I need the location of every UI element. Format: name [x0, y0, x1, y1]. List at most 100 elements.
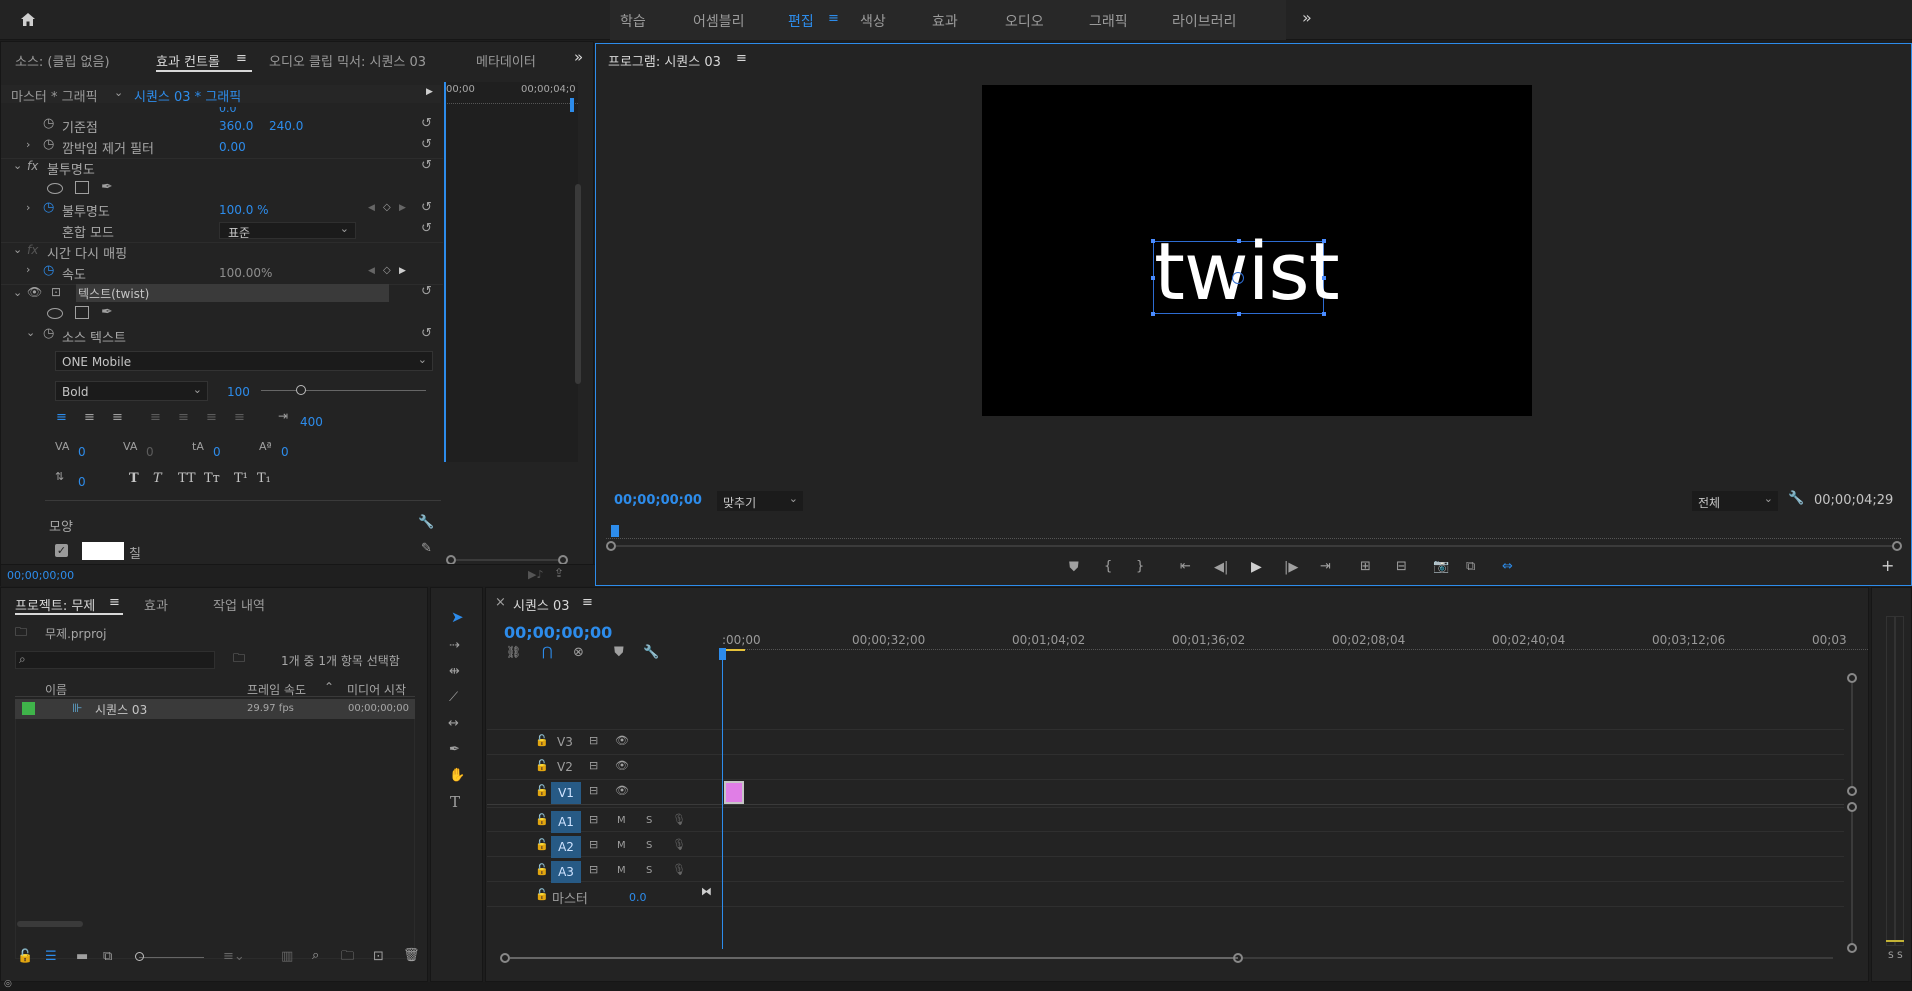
sort-icon[interactable]: ≡⌄	[223, 950, 245, 963]
ec-zoom-scrollbar[interactable]	[446, 555, 571, 565]
graphic-clip[interactable]	[724, 781, 744, 804]
timeline-timecode[interactable]: 00;00;00;00	[504, 623, 612, 642]
ripple-edit-tool-icon[interactable]: ⇹	[449, 665, 460, 678]
freeform-view-icon[interactable]: ⧉	[103, 950, 112, 963]
eyedropper-icon[interactable]: ✎	[421, 542, 432, 555]
mute-button[interactable]: M	[617, 865, 626, 876]
font-style-select[interactable]: Bold ⌄	[55, 381, 208, 401]
fx-icon[interactable]: fx	[27, 244, 38, 256]
superscript-button[interactable]: T¹	[234, 471, 248, 486]
lock-icon[interactable]: 🔓	[535, 735, 549, 746]
program-playhead[interactable]	[611, 525, 619, 537]
program-title[interactable]: 프로그램: 시퀀스 03	[608, 51, 721, 70]
speed-value[interactable]: 100.00%	[219, 266, 272, 280]
eye-icon[interactable]: 👁	[615, 735, 629, 746]
microphone-icon[interactable]: 🎙	[672, 839, 686, 850]
video-frame[interactable]: twist	[982, 85, 1532, 416]
faux-italic-button[interactable]: T	[153, 471, 162, 486]
close-icon[interactable]: ×	[495, 596, 506, 609]
ellipse-mask-icon[interactable]	[47, 308, 63, 319]
add-marker-icon[interactable]: ⛊	[1069, 561, 1079, 574]
align-left-icon[interactable]: ≡	[56, 411, 67, 424]
tab-effects[interactable]: 효과	[932, 11, 958, 31]
list-view-icon[interactable]: ☰	[45, 950, 57, 963]
justify-all-icon[interactable]: ≡	[234, 411, 245, 424]
column-frame-rate[interactable]: 프레임 속도	[247, 681, 306, 698]
tab-project[interactable]: 프로젝트: 무제	[15, 595, 95, 614]
program-time-ruler[interactable]	[606, 527, 1901, 539]
project-item-row[interactable]: ⊪ 시퀀스 03 29.97 fps 00;00;00;00	[15, 699, 415, 719]
slip-tool-icon[interactable]: ↔	[448, 717, 459, 730]
collapse-chevron-icon[interactable]: ⌄	[26, 327, 35, 338]
tab-editing[interactable]: 편집	[788, 11, 814, 31]
sync-lock-icon[interactable]: ⊟	[589, 760, 598, 771]
eye-icon[interactable]: 👁	[615, 785, 629, 796]
track-target-a3[interactable]: A3	[551, 861, 581, 883]
text-bounding-box[interactable]: twist	[1151, 233, 1340, 316]
expand-chevron-icon[interactable]: ›	[26, 139, 30, 150]
ec-vertical-scrollbar[interactable]	[575, 184, 581, 384]
nest-icon[interactable]: ⛓	[506, 646, 521, 658]
pen-tool-icon[interactable]: ✒	[449, 743, 460, 756]
hand-tool-icon[interactable]: ✋	[449, 769, 465, 782]
lock-icon[interactable]: 🔓	[535, 839, 549, 850]
tsume-value[interactable]: 0	[78, 475, 86, 489]
collapse-chevron-icon[interactable]: ⌄	[13, 244, 22, 255]
more-panels-icon[interactable]: »	[574, 48, 583, 66]
wrench-icon[interactable]: 🔧	[1788, 492, 1804, 505]
ec-timecode[interactable]: 00;00;00;00	[7, 569, 74, 582]
export-frame-icon[interactable]: 📷	[1433, 560, 1449, 573]
collapse-chevron-icon[interactable]: ⌄	[13, 160, 22, 171]
reset-icon[interactable]: ↺	[421, 117, 432, 130]
sort-up-icon[interactable]: ⌃	[324, 681, 334, 693]
lock-icon[interactable]: 🔓	[535, 864, 549, 875]
kerning-value[interactable]: 0	[78, 445, 86, 459]
go-to-in-out-icon[interactable]: ⧓	[701, 886, 712, 897]
tab-effects-browser[interactable]: 효과	[144, 595, 168, 614]
track-target-a1[interactable]: A1	[551, 811, 581, 833]
tab-source[interactable]: 소스: (클립 없음)	[15, 51, 110, 70]
mark-in-icon[interactable]: {	[1104, 560, 1112, 573]
anchor-y[interactable]: 240.0	[269, 119, 303, 133]
align-right-icon[interactable]: ≡	[112, 411, 123, 424]
tab-assembly[interactable]: 어셈블리	[693, 11, 745, 31]
anchor-x[interactable]: 360.0	[219, 119, 253, 133]
tab-color[interactable]: 색상	[860, 11, 886, 31]
expand-chevron-icon[interactable]: ›	[26, 202, 30, 213]
sync-lock-icon[interactable]: ⊟	[589, 839, 598, 850]
tab-history[interactable]: 작업 내역	[213, 595, 265, 614]
stopwatch-icon[interactable]: ◷	[43, 201, 54, 214]
timeline-playhead[interactable]	[722, 649, 723, 949]
project-hscroll[interactable]	[17, 921, 83, 927]
sync-lock-icon[interactable]: ⊟	[589, 785, 598, 796]
baseline-value[interactable]: 0	[281, 445, 289, 459]
collapse-chevron-icon[interactable]: ⌄	[13, 287, 22, 298]
lock-icon[interactable]: 🔓	[535, 760, 549, 771]
small-caps-button[interactable]: Tт	[204, 471, 220, 486]
timeline-vscroll[interactable]	[1847, 673, 1857, 963]
reset-icon[interactable]: ↺	[421, 201, 432, 214]
mute-button[interactable]: M	[617, 840, 626, 851]
button-editor-icon[interactable]: +	[1881, 558, 1894, 574]
sync-lock-icon[interactable]: ⊟	[589, 814, 598, 825]
panel-menu-icon[interactable]: ≡	[236, 52, 247, 65]
play-only-icon[interactable]: ▶	[426, 88, 433, 97]
justify-right-icon[interactable]: ≡	[206, 411, 217, 424]
stopwatch-icon[interactable]: ◷	[43, 264, 54, 277]
track-select-tool-icon[interactable]: ⇢	[449, 639, 460, 652]
playback-resolution-select[interactable]: 전체 ⌄	[1692, 491, 1778, 511]
linked-selection-icon[interactable]: ⊗	[573, 646, 584, 659]
lift-icon[interactable]: ⊞	[1360, 560, 1371, 573]
export-icon[interactable]: ⇪	[554, 567, 564, 579]
justify-left-icon[interactable]: ≡	[150, 411, 161, 424]
reset-icon[interactable]: ↺	[421, 285, 432, 298]
prev-keyframe-icon[interactable]: ◀	[368, 204, 375, 213]
program-zoom-bar[interactable]	[606, 541, 1902, 551]
eye-icon[interactable]: 👁	[615, 760, 629, 771]
eye-icon[interactable]: 👁	[27, 286, 42, 298]
anchor-point-icon[interactable]	[1232, 272, 1244, 284]
play-icon[interactable]: ▶	[1251, 560, 1262, 574]
panel-menu-icon[interactable]: ≡	[736, 52, 747, 65]
text-layer-row[interactable]: 텍스트(twist)	[76, 284, 389, 302]
stopwatch-icon[interactable]: ◷	[43, 117, 54, 130]
